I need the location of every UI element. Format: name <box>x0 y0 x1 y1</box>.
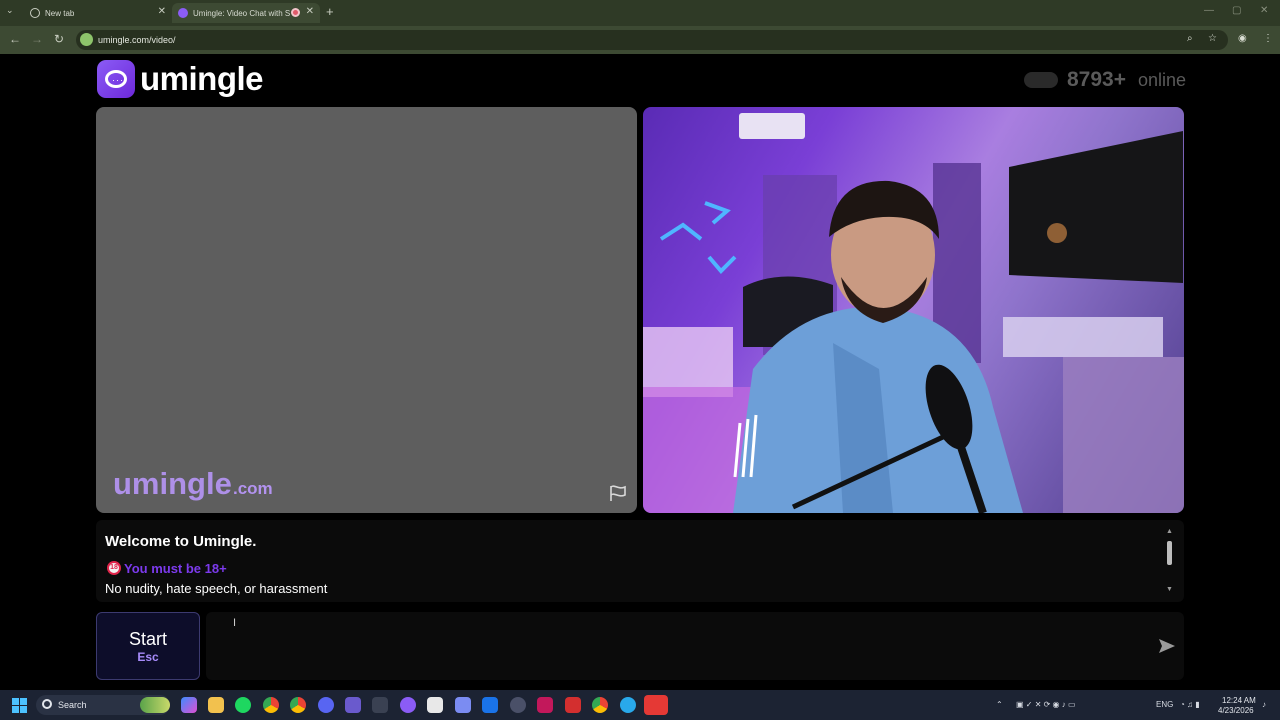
umingle-favicon-icon <box>178 8 188 18</box>
maximize-icon[interactable]: ▢ <box>1232 5 1241 16</box>
profile-icon[interactable]: ◉ <box>1238 33 1247 44</box>
spotify-icon[interactable] <box>235 697 251 713</box>
tab-new-tab[interactable]: New tab ✕ <box>26 3 172 23</box>
watermark-domain: .com <box>233 479 273 498</box>
stranger-video <box>96 107 637 513</box>
new-tab-button[interactable]: + <box>326 4 334 19</box>
rules-notice: No nudity, hate speech, or harassment <box>105 581 328 596</box>
close-tab-icon[interactable]: ✕ <box>306 6 314 17</box>
umingle-logo-icon[interactable]: ··· <box>97 60 135 98</box>
reload-icon[interactable]: ↻ <box>54 32 64 46</box>
message-input[interactable] <box>206 612 1184 680</box>
logo-text[interactable]: umingle <box>140 60 264 98</box>
watermark-name: umingle <box>113 466 232 501</box>
search-icon <box>42 699 52 709</box>
scroll-up-arrow-icon[interactable]: ▲ <box>1166 528 1173 535</box>
start-button[interactable]: Start Esc <box>96 612 200 680</box>
keyboard-app-icon[interactable] <box>372 697 388 713</box>
no-under-18-icon: 18 <box>107 561 121 575</box>
tab-title: New tab <box>45 8 75 18</box>
search-highlight-icon[interactable] <box>140 697 170 713</box>
forward-arrow-icon[interactable]: → <box>31 32 43 46</box>
notification-bell-icon[interactable]: ♪ <box>1262 700 1266 709</box>
blue-app-icon[interactable] <box>482 697 498 713</box>
taskbar-search-label: Search <box>58 700 87 710</box>
vegas-icon[interactable] <box>537 697 553 713</box>
send-icon[interactable] <box>1158 638 1176 654</box>
close-tab-icon[interactable]: ✕ <box>158 6 166 17</box>
self-camera-video <box>643 107 1184 513</box>
file-explorer-icon[interactable] <box>208 697 224 713</box>
start-shortcut-key: Esc <box>137 649 159 664</box>
discord-icon[interactable] <box>318 697 334 713</box>
tab-umingle[interactable]: Umingle: Video Chat with S ✕ <box>172 3 320 23</box>
back-arrow-icon[interactable]: ← <box>9 32 21 46</box>
menu-kebab-icon[interactable]: ⋮ <box>1263 33 1273 44</box>
report-flag-icon[interactable] <box>608 484 628 502</box>
clock-date[interactable]: 4/23/2026 <box>1218 706 1254 715</box>
welcome-message: Welcome to Umingle. <box>105 533 257 550</box>
app-grid-icon[interactable] <box>345 697 361 713</box>
tray-icons: ▣ ✓ ✕ ⟳ ◉ ♪ ▭ <box>1016 700 1076 709</box>
clock-time[interactable]: 12:24 AM <box>1222 696 1256 705</box>
minimize-icon[interactable]: — <box>1204 5 1214 16</box>
bookmark-star-icon[interactable]: ☆ <box>1208 33 1217 44</box>
tab-list-chevron-icon[interactable]: ⌄ <box>6 5 14 16</box>
scroll-down-arrow-icon[interactable]: ▼ <box>1166 586 1173 593</box>
url-text: umingle.com/video/ <box>98 35 176 45</box>
age-notice: You must be 18+ <box>124 561 227 576</box>
red-app-icon[interactable] <box>565 697 581 713</box>
wifi-volume-icon[interactable]: ◔ ♫ ▮ <box>1180 700 1200 709</box>
telegram-icon[interactable] <box>620 697 636 713</box>
windows-start-icon[interactable] <box>12 698 27 713</box>
chrome-active-icon[interactable] <box>290 697 306 713</box>
tray-chevron-up-icon[interactable]: ⌃ <box>996 700 1003 709</box>
tab-title: Umingle: Video Chat with S <box>193 8 291 18</box>
4k-app-icon[interactable] <box>510 697 526 713</box>
chrome-profile-icon[interactable] <box>592 697 608 713</box>
text-cursor-icon: I <box>233 617 237 629</box>
recording-indicator-icon <box>291 8 300 17</box>
store-icon[interactable] <box>427 697 443 713</box>
recorder-icon[interactable] <box>644 695 668 715</box>
globe-icon <box>30 8 40 18</box>
copilot-icon[interactable] <box>181 697 197 713</box>
start-button-label: Start <box>128 628 167 649</box>
purple-app-icon[interactable] <box>400 697 416 713</box>
chrome-icon[interactable] <box>263 697 279 713</box>
camera-feed-illustration <box>643 113 1184 513</box>
online-label: online <box>1138 70 1187 90</box>
online-status-toggle <box>1024 72 1058 88</box>
online-count: 8793+ <box>1067 68 1126 91</box>
close-window-icon[interactable]: ✕ <box>1260 5 1268 16</box>
zoom-icon[interactable]: ⌕ <box>1187 33 1193 44</box>
site-info-icon[interactable] <box>80 33 93 46</box>
game-controller-icon[interactable] <box>455 697 471 713</box>
language-indicator[interactable]: ENG <box>1156 700 1173 709</box>
address-bar[interactable]: umingle.com/video/ <box>76 30 1228 50</box>
chat-scrollbar-thumb[interactable] <box>1167 541 1172 565</box>
